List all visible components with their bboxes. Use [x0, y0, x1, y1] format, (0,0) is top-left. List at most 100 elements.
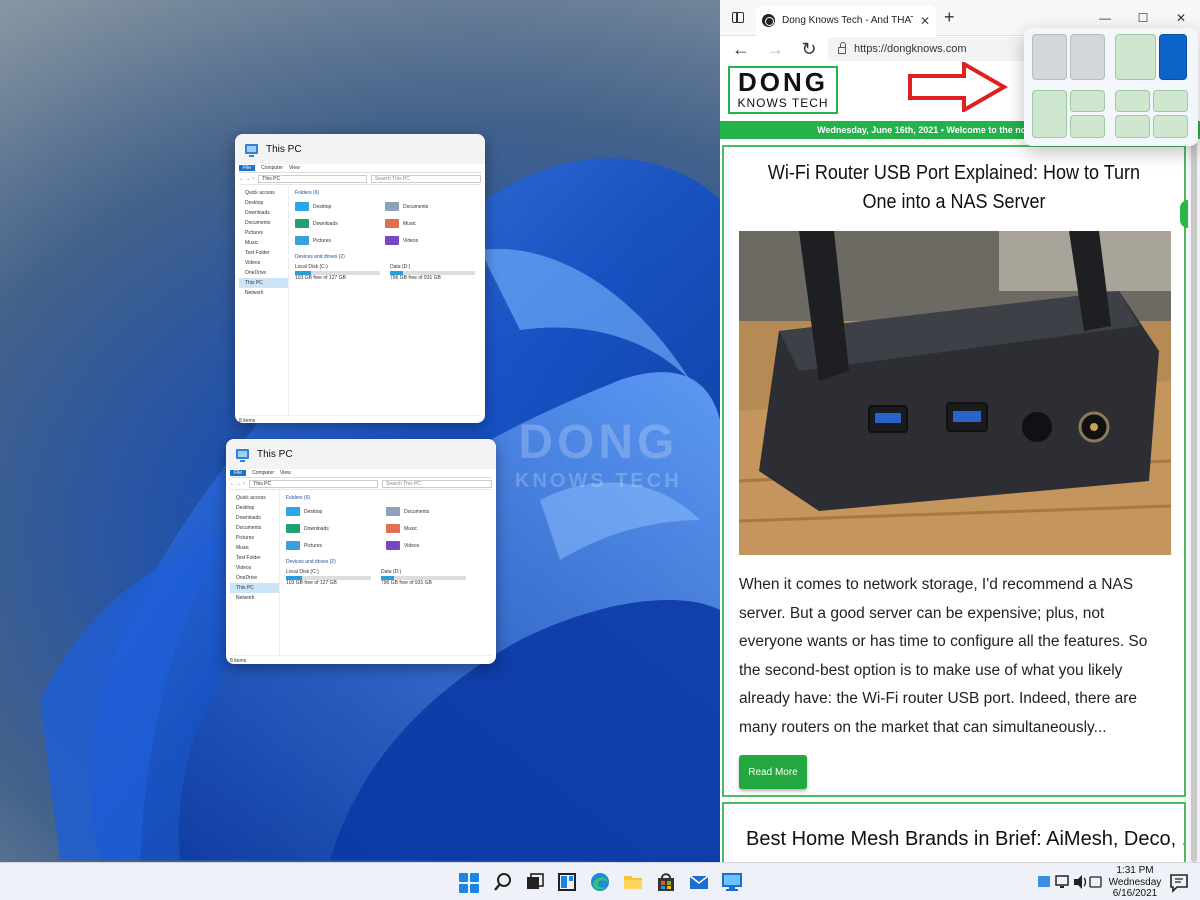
snap-layout-half-half[interactable] [1032, 34, 1105, 80]
read-more-button[interactable]: Read More [739, 755, 807, 789]
edge-taskbar-button[interactable] [589, 871, 611, 893]
taskbar-clock[interactable]: 1:31 PM Wednesday 6/16/2021 [1105, 865, 1165, 900]
snap-zone-highlighted[interactable] [1159, 34, 1187, 80]
explorer-thumbnail-1[interactable]: This PC File Computer View ← → ↑ This PC… [235, 134, 485, 423]
notification-icon [1170, 874, 1188, 893]
nav-item: Downloads [245, 210, 270, 216]
maximize-button[interactable]: ☐ [1124, 11, 1162, 25]
article-title[interactable]: Wi-Fi Router USB Port Explained: How to … [747, 147, 1161, 217]
folder-icon [386, 524, 400, 533]
forward-button[interactable]: → [760, 39, 790, 60]
folder-label: Desktop [313, 203, 332, 210]
page-scrollbar[interactable] [1188, 140, 1200, 862]
start-logo-icon [459, 873, 468, 882]
address-bar[interactable]: https://dongknows.com [828, 37, 1028, 61]
speaker-icon[interactable] [1074, 875, 1087, 889]
nav-pane: Quick access Desktop Downloads Documents… [230, 490, 280, 655]
folder-label: Documents [404, 508, 430, 515]
snap-zone[interactable] [1032, 34, 1067, 80]
snap-zone[interactable] [1070, 34, 1105, 80]
snap-layouts-flyout [1024, 28, 1198, 146]
folder-icon [295, 236, 309, 245]
ribbon-view: View [280, 470, 291, 476]
explorer-thumbnail-2[interactable]: This PC File Computer View ← → ↑ This PC… [226, 439, 496, 664]
new-tab-button[interactable]: + [944, 7, 955, 28]
router-photo[interactable] [739, 231, 1171, 555]
search-box: Search This PC [371, 174, 481, 183]
article-excerpt: When it comes to network storage, I'd re… [739, 576, 1148, 736]
watermark: DONG KNOWS TECH [515, 415, 682, 493]
nav-item: Downloads [236, 515, 261, 521]
red-arrow-annotation [908, 62, 1008, 112]
address-box: This PC [249, 479, 378, 488]
this-pc-taskbar-button[interactable] [721, 871, 743, 893]
nav-item-selected: This PC [230, 583, 279, 593]
nav-item: Quick access [245, 190, 275, 196]
nav-item: Documents [245, 220, 271, 226]
edge-icon [591, 873, 609, 891]
nav-arrows-icon: ← → ↑ [239, 175, 255, 182]
battery-icon[interactable] [1089, 876, 1102, 888]
snap-zone[interactable] [1070, 115, 1105, 138]
folder-label: Pictures [304, 542, 323, 549]
nav-item-selected: This PC [239, 278, 288, 288]
drive-tile: Data (D:) 796 GB free of 931 GB [381, 569, 466, 586]
start-button[interactable] [459, 873, 479, 893]
nav-item: OneDrive [236, 575, 258, 581]
folder-label: Downloads [304, 525, 329, 532]
start-logo-icon [459, 884, 468, 893]
snap-zone[interactable] [1153, 115, 1188, 138]
next-article-title[interactable]: Best Home Mesh Brands in Brief: AiMesh, … [724, 804, 1184, 851]
snap-zone[interactable] [1115, 90, 1150, 112]
address-row: ← → ↑ This PC Search This PC [230, 478, 492, 490]
notifications-button[interactable] [1168, 872, 1190, 894]
snap-layout-quarters[interactable] [1115, 90, 1189, 138]
minimize-button[interactable]: — [1086, 11, 1124, 25]
network-icon[interactable] [1055, 875, 1069, 888]
snap-zone[interactable] [1153, 90, 1188, 112]
widgets-button[interactable] [556, 871, 578, 893]
nav-item: Pictures [236, 535, 255, 541]
folder-label: Videos [403, 237, 419, 244]
snap-zone[interactable] [1115, 115, 1150, 138]
snap-zone[interactable] [1115, 34, 1156, 80]
clock-day: Wednesday [1108, 876, 1162, 888]
refresh-button[interactable]: ↻ [794, 39, 824, 60]
scrollbar-thumb[interactable] [1191, 140, 1197, 862]
snap-layout-wide-narrow[interactable] [1115, 34, 1187, 80]
task-view-button[interactable] [524, 871, 546, 893]
snap-zone[interactable] [1070, 90, 1105, 112]
folder-icon [286, 524, 300, 533]
drive-tile: Local Disk (C:) 103 GB free of 127 GB [286, 569, 371, 586]
snap-layout-half-quarters[interactable] [1032, 90, 1105, 138]
folder-label: Videos [404, 542, 420, 549]
back-button[interactable]: ← [726, 39, 756, 60]
close-window-button[interactable]: ✕ [1162, 11, 1200, 25]
nav-item: Documents [236, 525, 262, 531]
tray-app-icon[interactable] [1038, 876, 1050, 887]
folder-icon [386, 541, 400, 550]
snap-zone[interactable] [1032, 90, 1067, 138]
explorer-preview: File Computer View ← → ↑ This PC Search … [235, 164, 485, 423]
content-pane: Folders (6) Desktop Documents Downloads … [289, 185, 481, 415]
store-button[interactable] [655, 871, 677, 893]
explorer-titlebar: This PC [235, 134, 485, 164]
drive-label: Local Disk (C:) [286, 569, 319, 575]
close-tab-icon[interactable]: ✕ [920, 14, 930, 28]
folder-icon [624, 876, 642, 889]
search-button[interactable] [492, 871, 514, 893]
start-logo-icon [470, 884, 479, 893]
browser-tab[interactable]: Dong Knows Tech - And THAT's a ✕ [756, 5, 936, 36]
drives-header: Devices and drives (2) [286, 559, 336, 565]
folder-icon [286, 507, 300, 516]
tab-actions-button[interactable] [720, 0, 756, 36]
mail-button[interactable] [688, 871, 710, 893]
nav-item: Pictures [245, 230, 264, 236]
explorer-titlebar: This PC [226, 439, 496, 469]
site-logo[interactable]: DONG KNOWS TECH [728, 66, 838, 114]
drives-header: Devices and drives (2) [295, 254, 345, 260]
taskbar: 1:31 PM Wednesday 6/16/2021 [0, 862, 1200, 900]
ribbon-file: File [239, 165, 256, 171]
file-explorer-button[interactable] [622, 871, 644, 893]
folder-icon [385, 202, 399, 211]
